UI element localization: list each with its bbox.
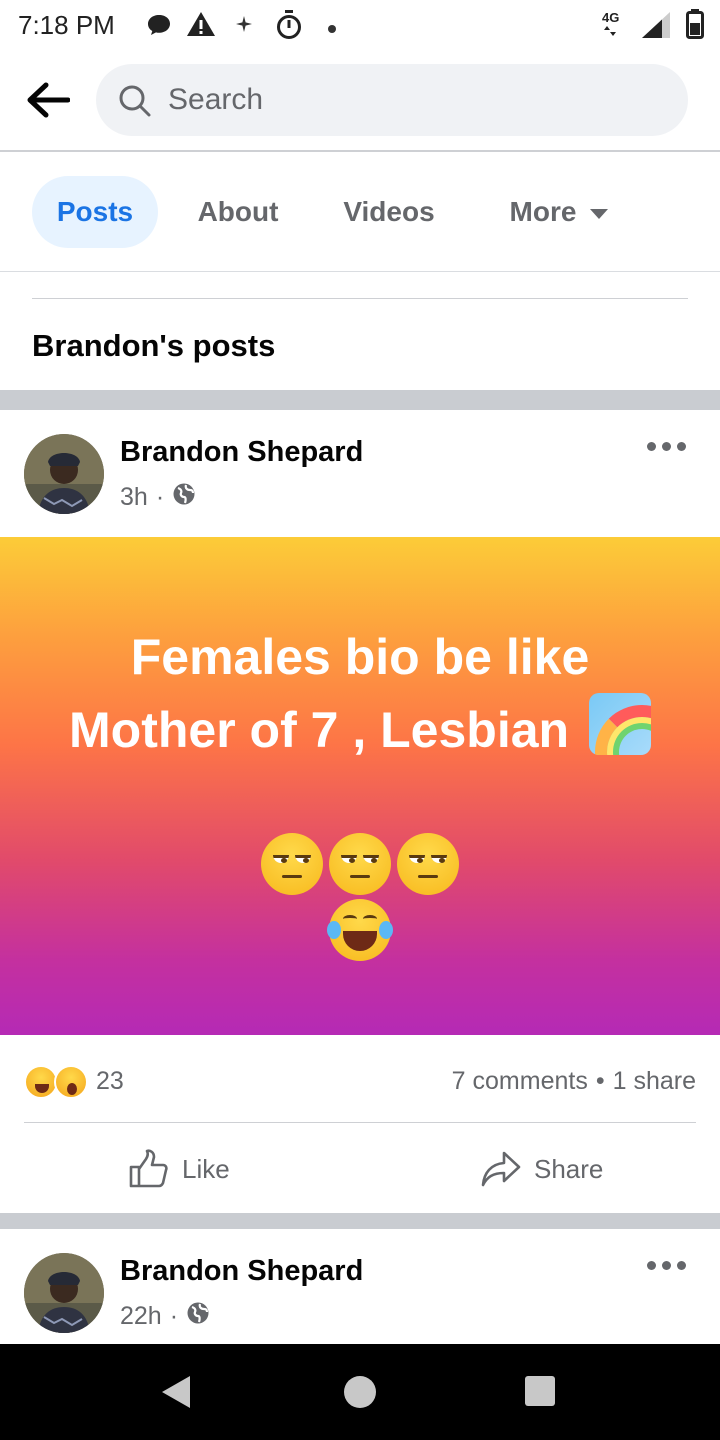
sparkle-icon: [236, 16, 252, 37]
globe-icon: [186, 1301, 210, 1332]
post-text: Females bio be like Mother of 7 , Lesbia…: [0, 621, 720, 766]
status-bar: 7:18 PM 4G: [0, 0, 720, 50]
post-actions: Like Share: [0, 1123, 720, 1213]
tears-of-joy-icon: [327, 899, 393, 961]
section-title: Brandon's posts: [32, 328, 276, 363]
caret-down-icon: [590, 209, 609, 219]
avatar[interactable]: [24, 434, 104, 514]
like-label: Like: [182, 1153, 230, 1184]
tab-more[interactable]: More: [484, 176, 634, 248]
share-arrow-icon: [481, 1151, 521, 1187]
globe-icon: [172, 482, 196, 513]
system-nav-bar: [0, 1344, 720, 1440]
tab-more-label: More: [509, 196, 577, 227]
tab-posts-label: Posts: [56, 196, 134, 227]
search-header: Search: [0, 50, 720, 152]
profile-tabs: Posts About Videos More: [0, 152, 720, 272]
thumbs-up-icon: [129, 1149, 168, 1188]
post-text-line-2: Mother of 7 , Lesbian: [0, 693, 720, 766]
nav-back-icon[interactable]: [162, 1376, 190, 1408]
status-time: 7:18 PM: [18, 10, 115, 40]
unamused-face-icon: [329, 833, 391, 895]
share-button[interactable]: Share: [480, 1145, 603, 1193]
svg-text:4G: 4G: [602, 10, 619, 25]
post-meta: 3h ·: [120, 482, 196, 513]
feed-separator: [0, 390, 720, 410]
timer-icon: [276, 10, 302, 45]
tab-about-label: About: [197, 196, 279, 227]
battery-icon: [686, 9, 704, 44]
post-text-line-2-text: Mother of 7 , Lesbian: [69, 702, 570, 758]
reactions-summary[interactable]: 23 7 comments • 1 share: [0, 1035, 720, 1123]
chat-bubble-icon: [146, 13, 172, 42]
reaction-icons: [24, 1065, 88, 1099]
nav-home-icon[interactable]: [344, 1376, 376, 1408]
post-author[interactable]: Brandon Shepard: [120, 436, 363, 469]
meta-separator: ·: [155, 483, 165, 511]
post-time[interactable]: 3h: [120, 483, 148, 512]
signal-icon: [640, 11, 672, 44]
more-options-icon[interactable]: [647, 1261, 686, 1270]
rainbow-emoji-icon: [588, 693, 651, 755]
reaction-count[interactable]: 23: [96, 1067, 124, 1096]
search-icon: [118, 84, 152, 123]
comment-share-summary: 7 comments • 1 share: [452, 1067, 696, 1096]
search-input[interactable]: Search: [96, 64, 688, 136]
arrow-left-icon: [27, 82, 70, 118]
post-meta: 22h ·: [120, 1301, 210, 1332]
nav-recents-icon[interactable]: [525, 1376, 555, 1406]
unamused-face-icon: [261, 833, 323, 895]
post-text-line-1: Females bio be like: [130, 629, 590, 685]
post-time[interactable]: 22h: [120, 1302, 162, 1331]
search-placeholder: Search: [168, 83, 264, 116]
laughing-emoji-row: [0, 899, 720, 961]
section-header: Brandon's posts: [0, 272, 720, 390]
unamused-emoji-row: [0, 833, 720, 895]
comments-count[interactable]: 7 comments: [452, 1067, 588, 1095]
post-header: Brandon Shepard 22h ·: [0, 1229, 720, 1344]
tab-about[interactable]: About: [182, 176, 294, 248]
more-options-icon[interactable]: [647, 442, 686, 451]
warning-icon: [186, 11, 216, 42]
notification-dot-icon: [328, 20, 336, 38]
post-header: Brandon Shepard 3h ·: [0, 410, 720, 538]
back-button[interactable]: [20, 76, 76, 124]
feed-separator: [0, 1213, 720, 1229]
post-content: Females bio be like Mother of 7 , Lesbia…: [0, 537, 720, 1035]
haha-reaction-icon: [24, 1065, 58, 1099]
network-4g-icon: 4G: [602, 10, 636, 43]
wow-reaction-icon: [54, 1065, 88, 1099]
tab-videos-label: Videos: [343, 196, 435, 227]
post-author[interactable]: Brandon Shepard: [120, 1255, 363, 1288]
unamused-face-icon: [397, 833, 459, 895]
divider: [32, 298, 688, 299]
meta-separator: ·: [169, 1302, 179, 1330]
summary-separator: •: [595, 1067, 605, 1095]
share-label: Share: [534, 1153, 604, 1184]
tab-posts[interactable]: Posts: [32, 176, 158, 248]
like-button[interactable]: Like: [128, 1145, 230, 1193]
avatar[interactable]: [24, 1253, 104, 1333]
tab-videos[interactable]: Videos: [324, 176, 454, 248]
shares-count[interactable]: 1 share: [613, 1067, 696, 1095]
